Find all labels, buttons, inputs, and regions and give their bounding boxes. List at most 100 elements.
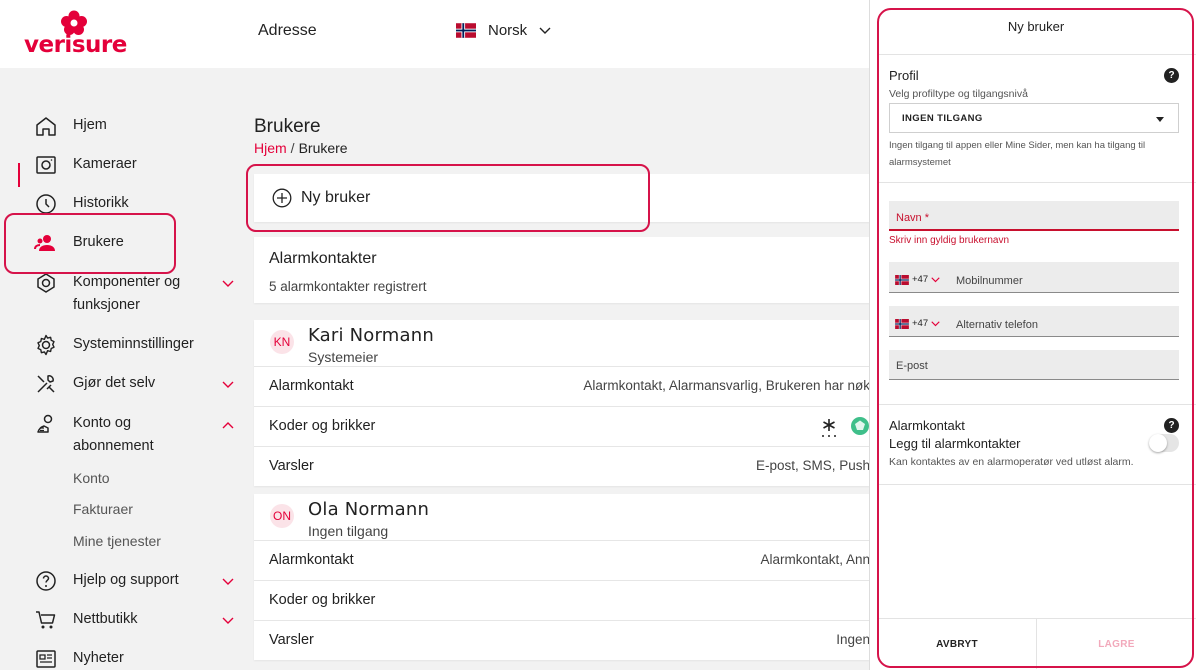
verisure-logo[interactable]: verisure — [24, 10, 134, 60]
email-field[interactable]: E-post — [889, 350, 1179, 380]
sidebar-item-label: Brukere — [73, 234, 124, 250]
alt-phone-placeholder: Alternativ telefon — [956, 319, 1038, 331]
alarm-contacts-title: Alarmkontakter — [269, 250, 377, 267]
chevron-down-icon — [222, 578, 234, 585]
chevron-down-icon — [931, 320, 940, 326]
sidebar-item-kameraer[interactable]: Kameraer — [34, 153, 244, 177]
cancel-button[interactable]: AVBRYT — [878, 619, 1037, 669]
sidebar-item-nyheter[interactable]: Nyheter — [34, 647, 244, 670]
row-label: Koder og brikker — [269, 592, 376, 608]
user-row-varsler[interactable]: Varsler Ingen — [254, 620, 870, 660]
user-row-koder[interactable]: Koder og brikker — [254, 580, 870, 620]
description-line-1: Ingen tilgang til appen eller Mine Sider… — [889, 140, 1146, 151]
users-icon — [34, 235, 55, 251]
user-row-varsler[interactable]: Varsler E-post, SMS, Push — [254, 446, 870, 486]
user-role: Ingen tilgang — [308, 523, 389, 539]
row-value: Alarmkontakt, Alarmansvarlig, Brukeren h… — [583, 378, 870, 393]
panel-title: Ny bruker — [1007, 19, 1065, 34]
clock-icon — [36, 194, 56, 214]
alarm-contacts-card[interactable]: Alarmkontakter 5 alarmkontakter registre… — [254, 237, 870, 303]
alarm-contact-toggle[interactable] — [1149, 434, 1179, 452]
user-card: ON Ola Normann Ingen tilgang Alarmkontak… — [254, 494, 870, 660]
help-icon[interactable]: ? — [1164, 68, 1179, 83]
sidebar-item-gjor-det-selv[interactable]: Gjør det selv — [34, 372, 244, 396]
cart-icon — [36, 611, 56, 629]
avatar: KN — [270, 330, 294, 354]
description-line-2: alarmsystemet — [889, 157, 951, 168]
sidebar-item-label: Konto og abonnement — [73, 412, 154, 458]
breadcrumb-current: Brukere — [298, 140, 348, 156]
sidebar-item-hjelp[interactable]: Hjelp og support — [34, 569, 244, 593]
avatar: ON — [270, 504, 294, 528]
sidebar-item-label: Nyheter — [73, 650, 124, 666]
sidebar-subitem-fakturaer[interactable]: Fakturaer — [73, 501, 133, 517]
caret-down-icon — [1156, 117, 1164, 122]
label-line-2: abonnement — [73, 438, 154, 454]
new-user-label: Ny bruker — [301, 189, 371, 206]
code-asterisk-icon — [822, 419, 836, 437]
language-selector[interactable]: Norsk — [456, 22, 551, 39]
page-title: Brukere — [254, 116, 321, 137]
camera-icon — [36, 156, 56, 174]
language-label: Norsk — [488, 22, 528, 39]
mobile-field[interactable]: +47 Mobilnummer — [889, 262, 1179, 293]
profile-description: Ingen tilgang til appen eller Mine Sider… — [889, 137, 1145, 171]
breadcrumb: Hjem / Brukere — [254, 140, 348, 156]
sidebar-item-label: Kameraer — [73, 156, 137, 172]
alarm-contact-hint: Kan kontaktes av en alarmoperatør ved ut… — [889, 456, 1134, 468]
profile-selected-value: INGEN TILGANG — [902, 113, 983, 124]
user-role: Systemeier — [308, 349, 379, 365]
mobile-placeholder: Mobilnummer — [956, 275, 1023, 287]
row-label: Alarmkontakt — [269, 552, 354, 568]
sidebar-item-label: Hjem — [73, 117, 107, 133]
breadcrumb-home-link[interactable]: Hjem — [254, 140, 287, 156]
country-code-selector[interactable]: +47 — [895, 274, 940, 285]
help-icon[interactable]: ? — [1164, 418, 1179, 433]
toggle-knob — [1149, 434, 1167, 452]
row-label: Varsler — [269, 458, 314, 474]
sidebar-item-nettbutikk[interactable]: Nettbutikk — [34, 608, 244, 632]
name-placeholder: Navn * — [896, 212, 930, 224]
new-user-button[interactable]: Ny bruker — [254, 174, 870, 222]
norway-flag-icon — [456, 23, 476, 38]
name-error: Skriv inn gyldig brukernavn — [889, 235, 1010, 246]
alarm-contact-toggle-label: Legg til alarmkontakter — [889, 436, 1021, 451]
user-row-alarmkontakt[interactable]: Alarmkontakt Alarmkontakt, Ann — [254, 540, 870, 580]
country-code-selector[interactable]: +47 — [895, 318, 940, 329]
address-link[interactable]: Adresse — [258, 22, 317, 40]
alt-phone-field[interactable]: +47 Alternativ telefon — [889, 306, 1179, 337]
sidebar-item-konto[interactable]: Konto og abonnement — [34, 412, 244, 458]
sidebar-item-historikk[interactable]: Historikk — [34, 192, 244, 216]
sidebar-subitem-konto[interactable]: Konto — [73, 470, 110, 486]
profile-select[interactable]: INGEN TILGANG — [889, 103, 1179, 133]
user-card: KN Kari Normann Systemeier Alarmkontakt … — [254, 320, 870, 486]
name-field[interactable]: Navn * — [889, 201, 1179, 231]
sidebar-item-hjem[interactable]: Hjem — [34, 114, 244, 138]
gear-icon — [37, 334, 55, 356]
tag-icon — [851, 417, 869, 435]
sidebar-item-komponenter[interactable]: Komponenter og funksjoner — [34, 271, 244, 317]
row-label: Koder og brikker — [269, 418, 376, 434]
label-line-1: Komponenter og — [73, 274, 181, 290]
sidebar-item-label: Gjør det selv — [73, 375, 156, 391]
user-row-koder[interactable]: Koder og brikker — [254, 406, 870, 446]
active-indicator — [18, 163, 20, 187]
sidebar-item-brukere[interactable]: Brukere — [34, 231, 244, 255]
row-value: Alarmkontakt, Ann — [760, 552, 870, 567]
row-label: Alarmkontakt — [269, 378, 354, 394]
sidebar-subitem-mine-tjenester[interactable]: Mine tjenester — [73, 533, 161, 549]
breadcrumb-separator: / — [290, 140, 295, 156]
chevron-down-icon — [539, 27, 551, 34]
divider — [878, 484, 1196, 485]
chevron-down-icon — [222, 280, 234, 287]
divider — [878, 54, 1196, 55]
save-button[interactable]: LAGRE — [1037, 619, 1196, 669]
user-row-alarmkontakt[interactable]: Alarmkontakt Alarmkontakt, Alarmansvarli… — [254, 366, 870, 406]
email-placeholder: E-post — [896, 360, 928, 372]
news-icon — [36, 650, 56, 668]
sidebar-item-label: Hjelp og support — [73, 572, 179, 588]
divider — [878, 182, 1196, 183]
sidebar-item-systeminnstillinger[interactable]: Systeminnstillinger — [34, 333, 244, 357]
sidebar-item-label: Systeminnstillinger — [73, 336, 194, 352]
norway-flag-icon — [895, 318, 909, 329]
